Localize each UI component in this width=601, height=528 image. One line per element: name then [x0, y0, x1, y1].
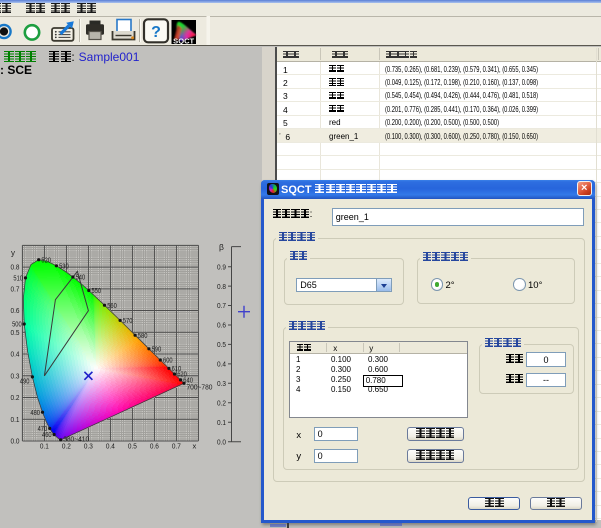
- svg-text:?: ?: [151, 24, 161, 41]
- svg-text:SQCT: SQCT: [173, 39, 195, 45]
